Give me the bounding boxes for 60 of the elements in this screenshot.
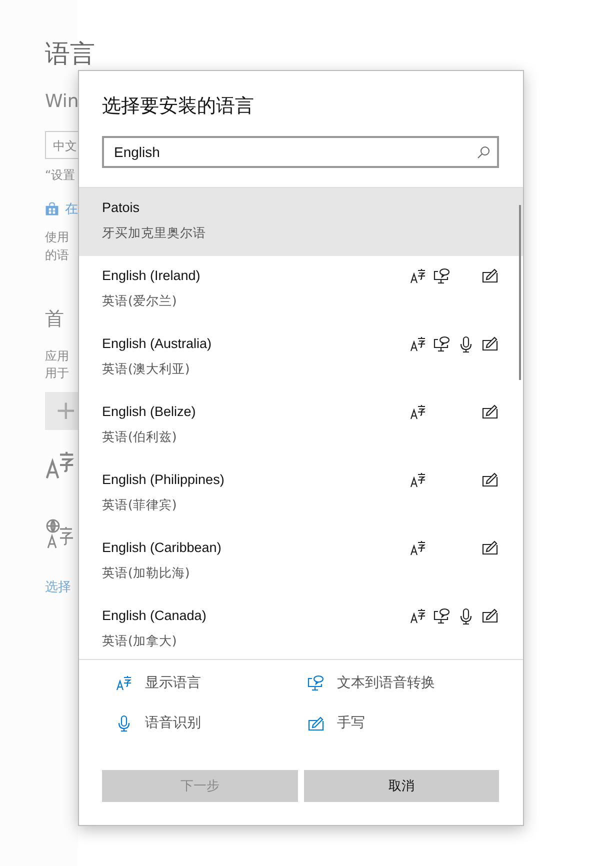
description-text: 使用: [45, 229, 70, 246]
language-native-name: 英语(爱尔兰): [102, 293, 178, 310]
dialog-title: 选择要安装的语言: [102, 94, 255, 119]
language-name: English (Australia): [102, 336, 212, 351]
store-bag-icon: [45, 200, 59, 218]
display-language-icon: [410, 268, 426, 284]
display-language-icon: [410, 404, 426, 420]
description-text: 应用: [45, 348, 70, 365]
pen-pad-icon: [482, 540, 498, 555]
language-list-item[interactable]: English (Ireland) 英语(爱尔兰): [79, 256, 523, 324]
display-language-icon: [410, 336, 426, 352]
display-language-icon: [45, 450, 75, 480]
language-name: English (Caribbean): [102, 540, 222, 555]
language-list-item[interactable]: English (Australia) 英语(澳大利亚): [79, 324, 523, 392]
language-native-name: 英语(伯利兹): [102, 429, 178, 446]
description-text: 用于: [45, 365, 70, 382]
legend-label: 文本到语音转换: [337, 674, 435, 692]
microphone-icon: [460, 336, 472, 353]
language-native-name: 英语(菲律宾): [102, 497, 178, 514]
legend-label: 语音识别: [145, 714, 201, 732]
language-native-name: 牙买加克里奥尔语: [102, 225, 206, 242]
language-name: English (Belize): [102, 404, 196, 419]
note-text: “设置: [45, 167, 76, 184]
language-list-item[interactable]: English (Philippines) 英语(菲律宾): [79, 460, 523, 528]
legend-label: 手写: [337, 714, 365, 732]
language-list-item[interactable]: Patois 牙买加克里奥尔语: [79, 188, 523, 256]
speech-bubble-monitor-icon: [432, 268, 450, 284]
language-list-item[interactable]: English (Canada) 英语(加拿大): [79, 596, 523, 659]
language-name: English (Philippines): [102, 472, 224, 487]
search-icon: [477, 146, 490, 159]
microphone-icon: [118, 714, 130, 732]
display-language-icon: [410, 608, 426, 624]
description-text: 的语: [45, 247, 70, 264]
scrollbar[interactable]: [519, 205, 521, 380]
pen-pad-icon: [482, 336, 498, 351]
display-language-icon: [410, 472, 426, 488]
page-subtitle: Win: [45, 90, 78, 114]
cancel-button[interactable]: 取消: [304, 770, 499, 802]
language-name: English (Canada): [102, 608, 206, 623]
section-title: 首: [45, 307, 65, 332]
pen-pad-icon: [482, 472, 498, 487]
pen-pad-icon: [308, 716, 324, 730]
pen-pad-icon: [482, 404, 498, 419]
speech-bubble-monitor-icon: [432, 336, 450, 352]
display-language-icon: [410, 540, 426, 556]
language-native-name: 英语(加勒比海): [102, 565, 191, 582]
pen-pad-icon: [482, 268, 498, 283]
page-title: 语言: [45, 38, 95, 70]
language-native-name: 英语(澳大利亚): [102, 361, 191, 378]
language-native-name: 英语(加拿大): [102, 633, 178, 650]
microphone-icon: [460, 608, 472, 625]
display-language-icon: [116, 675, 132, 691]
speech-bubble-monitor-icon: [307, 675, 325, 691]
legend-label: 显示语言: [145, 674, 201, 692]
language-name: English (Ireland): [102, 268, 200, 283]
language-name: Patois: [102, 200, 141, 215]
language-list-item[interactable]: English (Caribbean) 英语(加勒比海): [79, 528, 523, 596]
speech-bubble-monitor-icon: [432, 608, 450, 624]
search-field[interactable]: English: [102, 136, 499, 168]
pen-pad-icon: [482, 608, 498, 623]
